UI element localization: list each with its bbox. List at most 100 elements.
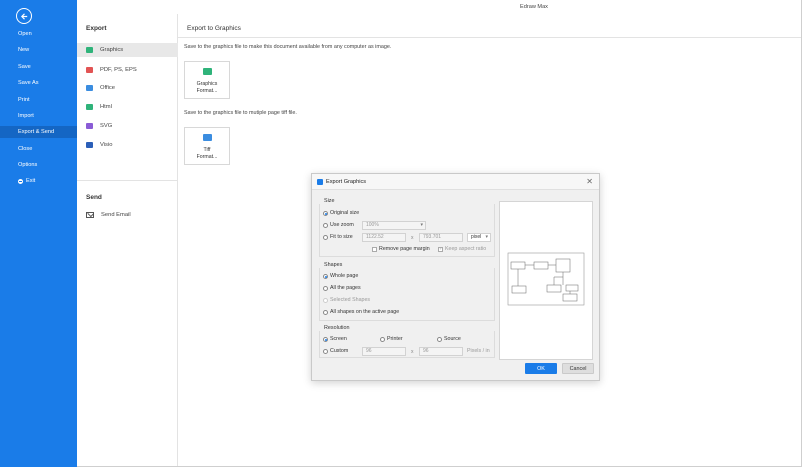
option-label: Keep aspect ratio — [445, 246, 487, 252]
export-item-visio[interactable]: Visio — [77, 138, 178, 152]
radio-selected — [323, 273, 328, 279]
checkbox — [372, 246, 377, 252]
option-label: Whole page — [330, 273, 359, 279]
graphics-icon — [86, 47, 93, 53]
radio — [323, 285, 328, 291]
dialog-title: Export Graphics — [326, 179, 367, 185]
height-input[interactable]: 793.701 — [419, 233, 463, 242]
html-icon — [86, 104, 93, 110]
source-option[interactable]: Source — [437, 336, 461, 342]
radio — [323, 222, 328, 228]
divider — [77, 180, 178, 181]
cancel-button[interactable]: Cancel — [562, 363, 594, 374]
use-zoom-option[interactable]: Use zoom — [323, 222, 354, 228]
ok-button[interactable]: OK — [525, 363, 557, 374]
resolution-y-input[interactable]: 96 — [419, 347, 463, 356]
screen-option[interactable]: Screen — [323, 336, 347, 342]
back-button[interactable] — [16, 8, 32, 24]
printer-option[interactable]: Printer — [380, 336, 403, 342]
option-label: Fit to size — [330, 234, 353, 240]
radio — [323, 309, 328, 315]
whole-page-option[interactable]: Whole page — [323, 273, 358, 279]
graphics-format-button[interactable]: Graphics Format... — [184, 61, 230, 99]
main-header: Export to Graphics — [178, 14, 802, 38]
export-item-pdf[interactable]: PDF, PS, EPS — [77, 63, 178, 77]
option-label: All the pages — [330, 285, 361, 291]
times-sign: x — [411, 235, 414, 241]
radio-selected — [323, 336, 328, 342]
option-label: Screen — [330, 336, 347, 342]
export-item-label: Visio — [100, 142, 113, 148]
card-label: Graphics Format... — [196, 81, 218, 94]
pdf-icon — [86, 67, 93, 73]
radio — [323, 297, 328, 303]
app-logo-icon — [317, 179, 323, 185]
send-item-email[interactable]: Send Email — [77, 208, 178, 222]
option-label: Remove page margin — [379, 246, 430, 252]
radio-selected — [323, 210, 328, 216]
app-title: Edraw Max — [520, 4, 548, 10]
sidebar-item-close[interactable]: Close — [18, 146, 32, 152]
all-active-option[interactable]: All shapes on the active page — [323, 309, 399, 315]
export-item-label: PDF, PS, EPS — [100, 67, 137, 73]
diagram-preview — [507, 252, 585, 306]
sidebar-item-export-send[interactable]: Export & Send — [0, 126, 77, 138]
visio-icon — [86, 142, 93, 148]
export-item-office[interactable]: Office — [77, 81, 178, 95]
dialog-titlebar[interactable]: Export Graphics ✕ — [312, 174, 599, 190]
option-label: Selected Shapes — [330, 297, 371, 303]
office-icon — [86, 85, 93, 91]
keep-aspect-checkbox[interactable]: Keep aspect ratio — [438, 246, 486, 252]
export-item-label: Office — [100, 85, 116, 91]
export-item-label: Graphics — [100, 47, 124, 53]
option-label: Original size — [330, 210, 360, 216]
send-item-label: Send Email — [101, 212, 131, 218]
zoom-select[interactable]: 100% — [362, 221, 426, 230]
sidebar-item-print[interactable]: Print — [18, 97, 30, 103]
sidebar-item-options[interactable]: Options — [18, 162, 37, 168]
sidebar: Open New Save Save As Print Import Expor… — [0, 0, 77, 467]
times-sign: x — [411, 349, 414, 355]
export-panel: Export Graphics PDF, PS, EPS Office Html… — [77, 14, 178, 467]
resolution-x-input[interactable]: 96 — [362, 347, 406, 356]
radio — [380, 336, 385, 342]
selected-shapes-option[interactable]: Selected Shapes — [323, 297, 370, 303]
export-preview — [499, 201, 593, 360]
checkbox-checked — [438, 246, 443, 252]
remove-margin-checkbox[interactable]: Remove page margin — [372, 246, 430, 252]
export-item-label: Html — [100, 104, 112, 110]
sidebar-item-import[interactable]: Import — [18, 113, 34, 119]
sidebar-item-exit-label: Exit — [26, 178, 36, 184]
option-label: Custom — [330, 348, 349, 354]
sidebar-item-exit[interactable]: Exit — [18, 178, 35, 184]
export-item-label: SVG — [100, 123, 113, 129]
tiff-description: Save to the graphics file to mutiple pag… — [184, 110, 297, 116]
sidebar-item-open[interactable]: Open — [18, 31, 32, 37]
export-item-graphics[interactable]: Graphics — [77, 43, 178, 57]
export-item-svg[interactable]: SVG — [77, 119, 178, 133]
graphics-description: Save to the graphics file to make this d… — [184, 44, 392, 50]
close-icon[interactable]: ✕ — [586, 177, 593, 186]
send-heading: Send — [86, 194, 102, 201]
all-pages-option[interactable]: All the pages — [323, 285, 361, 291]
fit-to-size-option[interactable]: Fit to size — [323, 234, 353, 240]
mail-icon — [86, 212, 94, 218]
export-graphics-dialog: Export Graphics ✕ Size Original size Use… — [311, 173, 600, 381]
sidebar-item-new[interactable]: New — [18, 47, 29, 53]
width-input[interactable]: 1122.52 — [362, 233, 406, 242]
export-heading: Export — [86, 25, 107, 32]
export-item-html[interactable]: Html — [77, 100, 178, 114]
option-label: Use zoom — [330, 222, 354, 228]
tiff-format-button[interactable]: Tiff Format... — [184, 127, 230, 165]
sidebar-item-save-as[interactable]: Save As — [18, 80, 39, 86]
arrow-left-icon — [20, 12, 27, 20]
radio — [323, 348, 328, 354]
unit-select[interactable]: pixel — [467, 233, 491, 242]
option-label: Source — [444, 336, 461, 342]
original-size-option[interactable]: Original size — [323, 210, 359, 216]
sidebar-item-save[interactable]: Save — [18, 64, 31, 70]
tiff-icon — [202, 134, 212, 141]
page-title: Export to Graphics — [187, 25, 241, 32]
custom-option[interactable]: Custom — [323, 348, 348, 354]
radio — [323, 234, 328, 240]
